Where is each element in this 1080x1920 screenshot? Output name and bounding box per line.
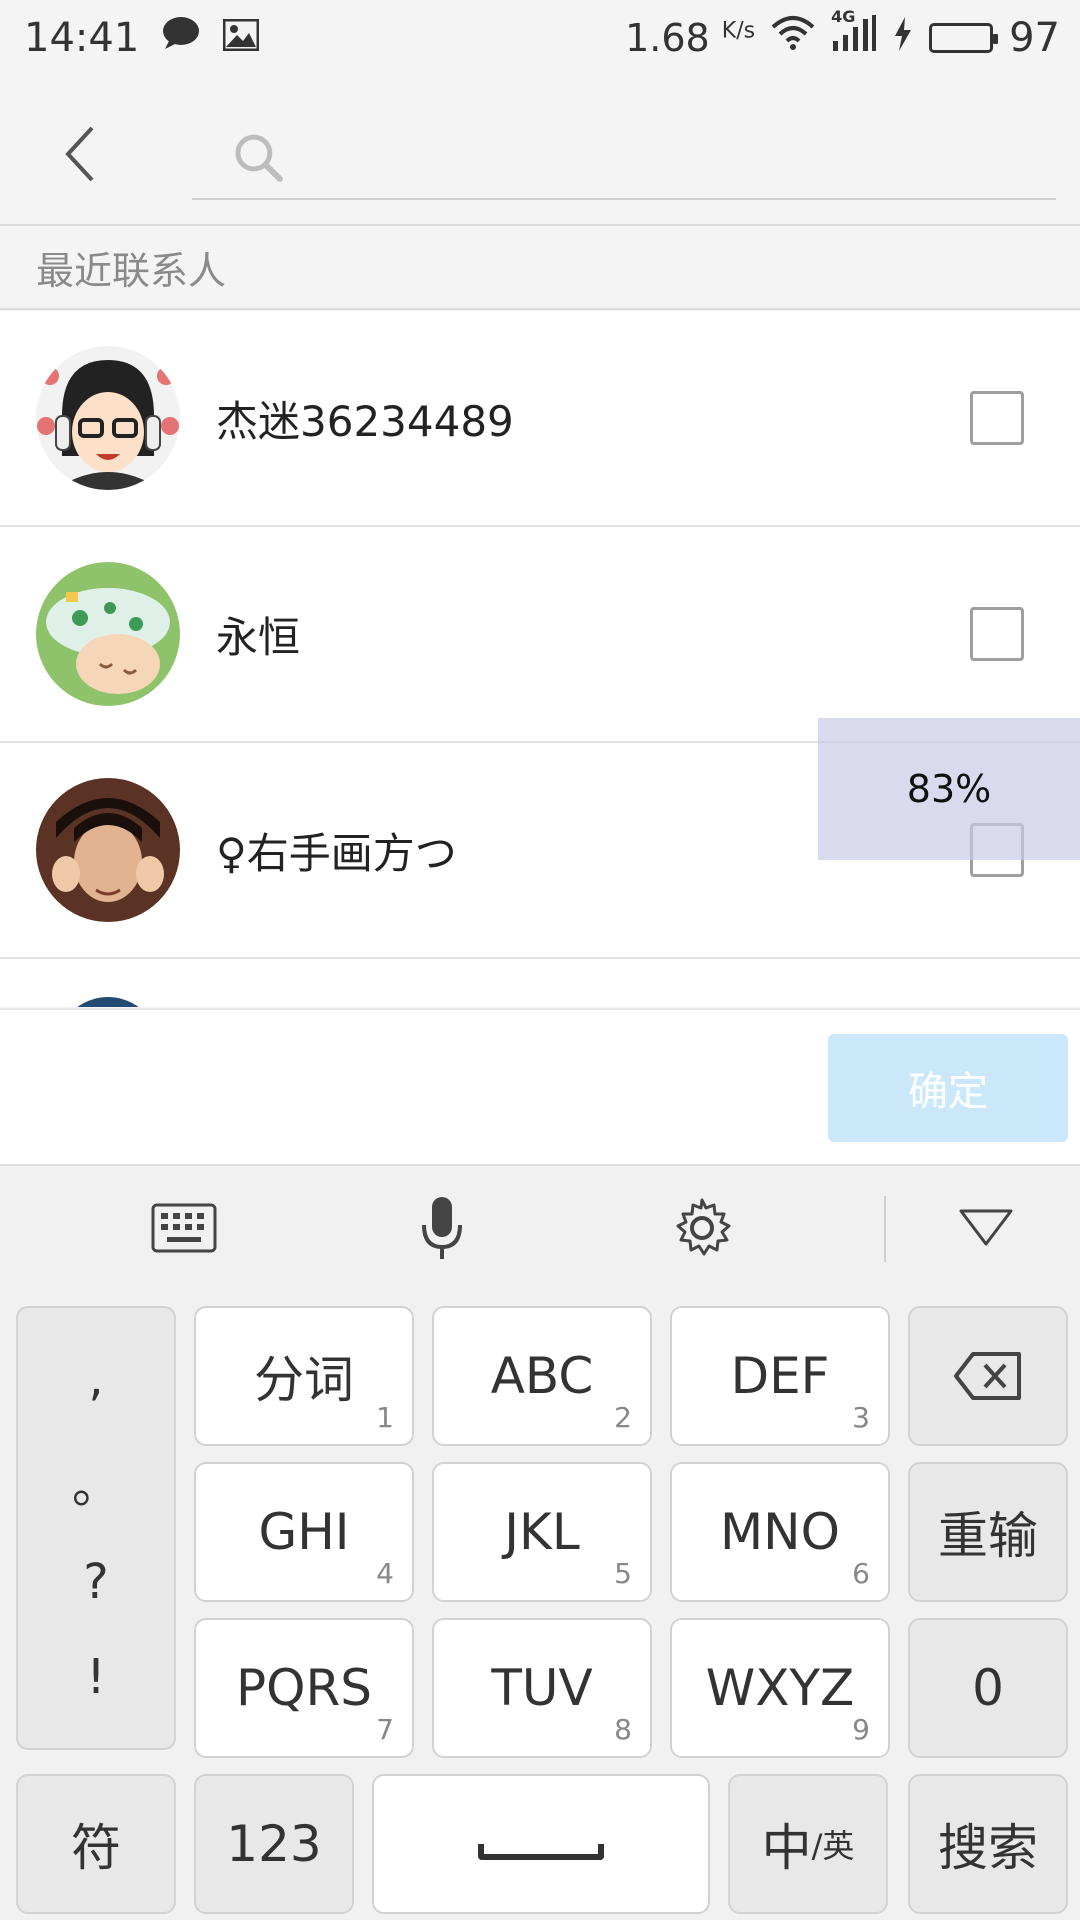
- key-number: 3: [852, 1401, 870, 1434]
- key-number: 7: [376, 1713, 394, 1746]
- back-button[interactable]: [40, 114, 120, 194]
- microphone-icon: [422, 1197, 462, 1259]
- key-6[interactable]: MNO 6: [670, 1462, 890, 1602]
- network-speed: 1.68 K/s: [625, 16, 756, 60]
- contact-checkbox[interactable]: [970, 391, 1024, 445]
- cellular-signal-icon: 4G: [831, 7, 877, 63]
- network-type-label: 4G: [831, 7, 856, 26]
- avatar: [36, 562, 180, 706]
- key-label: WXYZ: [705, 1659, 855, 1717]
- contact-list[interactable]: 杰迷36234489 永恒 ♀右手画方つ: [0, 311, 1080, 1007]
- symbols-key[interactable]: 符: [16, 1774, 176, 1914]
- wifi-icon: [771, 15, 815, 61]
- search-input[interactable]: [299, 135, 1056, 179]
- key-8[interactable]: TUV 8: [432, 1618, 652, 1758]
- contact-checkbox[interactable]: [970, 607, 1024, 661]
- space-bar-icon: [478, 1844, 604, 1860]
- app-root: 14:41 1.68 K/s 4G 97 最近联系人 杰迷36234489 永恒…: [0, 0, 1080, 1920]
- confirm-bar: 确定: [0, 1008, 1080, 1164]
- key-1[interactable]: 分词 1: [194, 1306, 414, 1446]
- settings-button[interactable]: [662, 1188, 742, 1268]
- punctuation-column[interactable]: , 。 ? !: [16, 1306, 176, 1750]
- triangle-down-icon: [959, 1209, 1013, 1246]
- zh-label: 中: [761, 1819, 812, 1877]
- keyboard-switch-button[interactable]: [144, 1188, 224, 1268]
- numbers-key[interactable]: 123: [194, 1774, 354, 1914]
- avatar: [36, 346, 180, 490]
- chat-notification-icon: [161, 15, 201, 61]
- language-switch-key[interactable]: 中/英: [728, 1774, 888, 1914]
- contact-name: 永恒: [216, 612, 301, 662]
- status-left: 14:41: [24, 10, 260, 66]
- ime-keyboard: , 。 ? ! 分词 1 ABC 2 DEF 3 GHI 4 JKL 5 MNO 6: [0, 1164, 1080, 1920]
- key-9[interactable]: WXYZ 9: [670, 1618, 890, 1758]
- search-icon: [235, 134, 283, 182]
- keyboard-toolbar: [0, 1166, 1080, 1286]
- zero-key[interactable]: 0: [908, 1618, 1068, 1758]
- key-label: DEF: [730, 1347, 830, 1405]
- key-2[interactable]: ABC 2: [432, 1306, 652, 1446]
- key-4[interactable]: GHI 4: [194, 1462, 414, 1602]
- punct-period-key[interactable]: 。: [72, 1446, 120, 1516]
- search-key[interactable]: 搜索: [908, 1774, 1068, 1914]
- contact-name: 杰迷36234489: [216, 396, 514, 446]
- key-label: 分词: [254, 1351, 354, 1409]
- progress-overlay: 83%: [818, 718, 1080, 860]
- key-number: 6: [852, 1557, 870, 1590]
- contact-row[interactable]: 杰迷36234489: [0, 311, 1080, 527]
- key-number: 5: [614, 1557, 632, 1590]
- key-5[interactable]: JKL 5: [432, 1462, 652, 1602]
- key-label: GHI: [258, 1503, 350, 1561]
- contact-row[interactable]: 永恒: [0, 527, 1080, 743]
- avatar: [36, 778, 180, 922]
- backspace-icon: [954, 1352, 1021, 1400]
- battery-percent: 97: [1009, 15, 1060, 61]
- image-notification-icon: [222, 15, 260, 61]
- toolbar-divider: [884, 1196, 886, 1262]
- contact-name: ♀右手画方つ: [216, 828, 457, 878]
- keyboard-icon: [151, 1203, 217, 1253]
- key-label: ABC: [490, 1347, 594, 1405]
- voice-input-button[interactable]: [402, 1188, 482, 1268]
- en-label: /英: [811, 1827, 855, 1865]
- punct-exclaim-key[interactable]: !: [86, 1649, 105, 1705]
- key-label: TUV: [491, 1659, 593, 1717]
- charging-icon: [893, 15, 913, 61]
- chevron-left-icon: [65, 126, 94, 182]
- key-number: 1: [376, 1401, 394, 1434]
- hide-keyboard-button[interactable]: [946, 1188, 1026, 1268]
- space-key[interactable]: [372, 1774, 710, 1914]
- key-number: 4: [376, 1557, 394, 1590]
- key-3[interactable]: DEF 3: [670, 1306, 890, 1446]
- key-number: 9: [852, 1713, 870, 1746]
- key-label: JKL: [504, 1503, 580, 1561]
- key-label: PQRS: [236, 1659, 372, 1717]
- reinput-key[interactable]: 重输: [908, 1462, 1068, 1602]
- backspace-key[interactable]: [908, 1306, 1068, 1446]
- clock: 14:41: [24, 15, 140, 61]
- key-number: 2: [614, 1401, 632, 1434]
- battery-icon: [929, 23, 999, 53]
- key-label: MNO: [720, 1503, 840, 1561]
- search-bar[interactable]: [192, 116, 1056, 200]
- punct-comma-key[interactable]: ,: [88, 1351, 103, 1407]
- gear-icon: [676, 1198, 731, 1256]
- search-header: [0, 76, 1080, 226]
- avatar: [56, 997, 160, 1007]
- section-title: 最近联系人: [0, 226, 1080, 310]
- confirm-button[interactable]: 确定: [828, 1034, 1068, 1142]
- punct-question-key[interactable]: ?: [83, 1554, 108, 1610]
- status-bar: 14:41 1.68 K/s 4G 97: [0, 0, 1080, 76]
- key-number: 8: [614, 1713, 632, 1746]
- status-right: 1.68 K/s 4G 97: [625, 7, 1060, 66]
- key-7[interactable]: PQRS 7: [194, 1618, 414, 1758]
